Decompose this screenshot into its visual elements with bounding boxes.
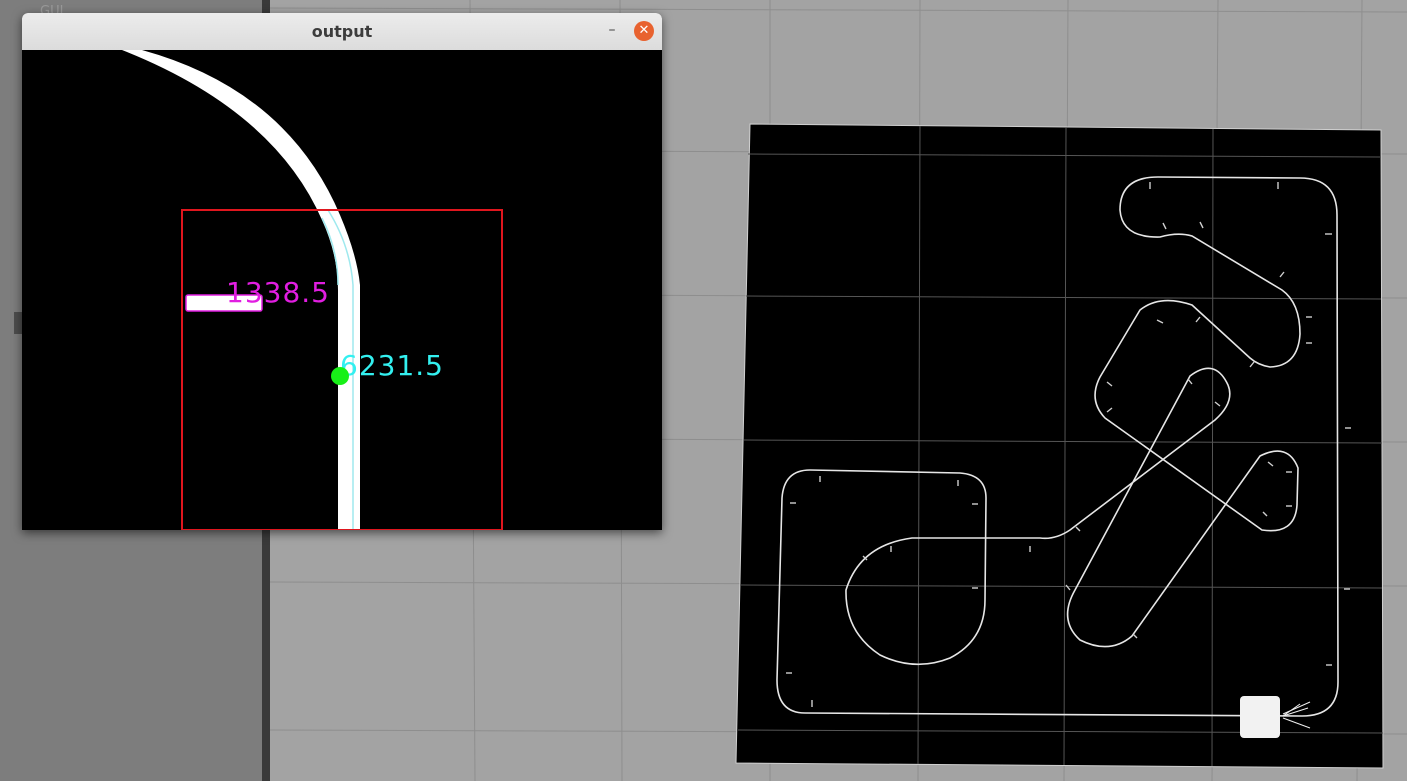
camera-image: 1338.5 6231.5 <box>22 50 662 530</box>
window-title: output <box>311 22 373 41</box>
minimize-button[interactable]: – <box>602 21 622 41</box>
track-map <box>735 123 1384 769</box>
line-center-point <box>331 367 349 385</box>
output-window[interactable]: output – ✕ 1338.5 6231.5 <box>22 13 662 530</box>
close-button[interactable]: ✕ <box>634 21 654 41</box>
robot-body[interactable] <box>1240 696 1280 738</box>
window-titlebar[interactable]: output – ✕ <box>22 13 662 51</box>
center-value-label: 6231.5 <box>340 349 444 382</box>
left-value-label: 1338.5 <box>226 276 330 309</box>
camera-frame: 1338.5 6231.5 <box>22 50 662 530</box>
